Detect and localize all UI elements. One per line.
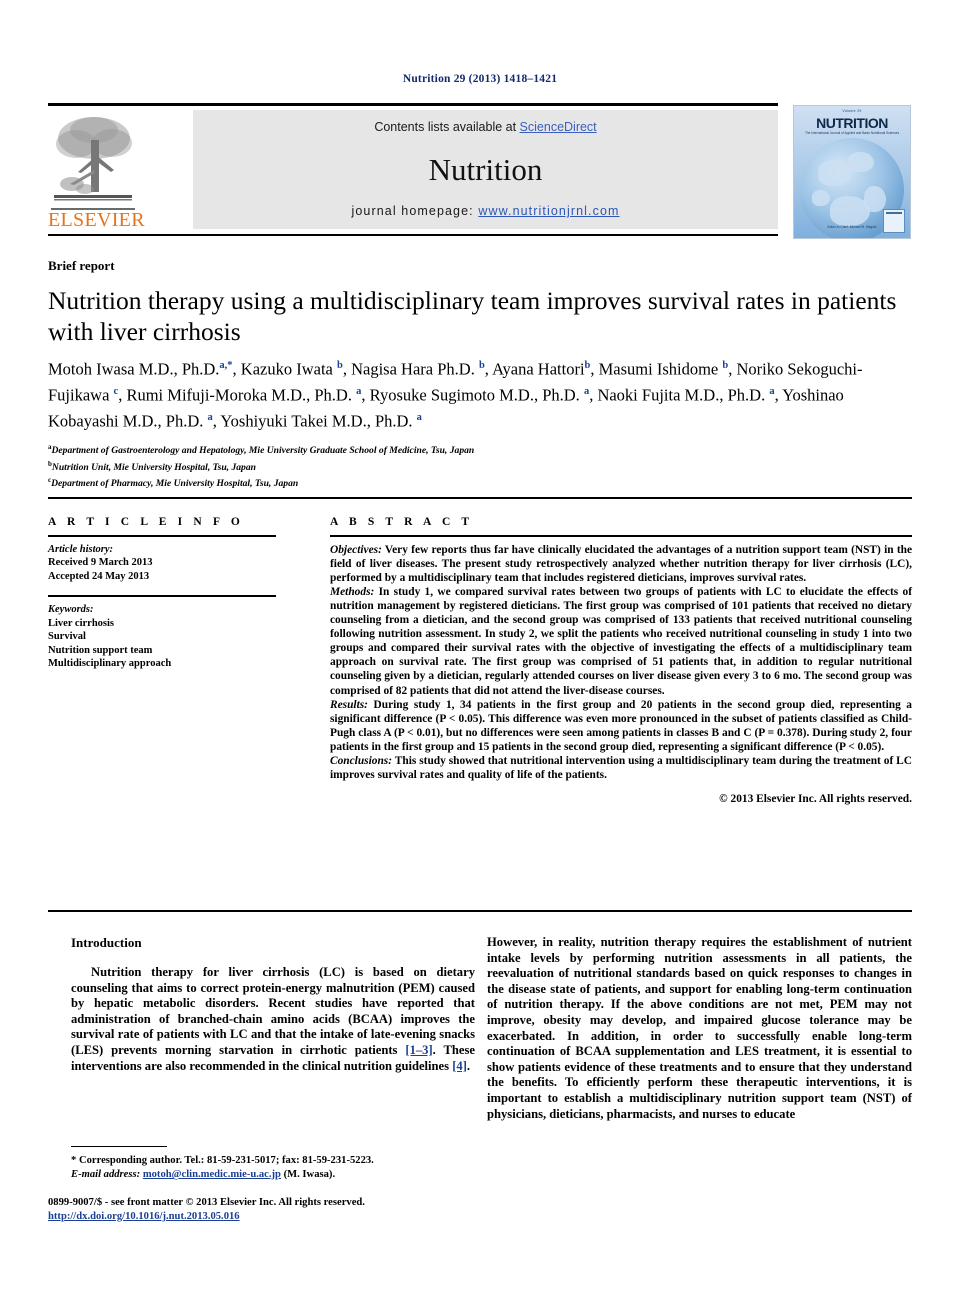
body-column-right: However, in reality, nutrition therapy r… <box>487 935 912 1122</box>
article-info-block: A R T I C L E I N F O Article history: R… <box>48 516 300 671</box>
cover-subtitle-text: The International Journal of Applied and… <box>804 131 900 135</box>
issn-copyright-line: 0899-9007/$ - see front matter © 2013 El… <box>48 1197 365 1208</box>
section-heading-introduction: Introduction <box>71 935 142 950</box>
abstract-section: Methods: In study 1, we compared surviva… <box>330 585 912 698</box>
article-history-group: Article history: Received 9 March 2013 A… <box>48 543 300 584</box>
journal-cover-image: Volume 29 NUTRITION The International Jo… <box>793 105 911 239</box>
elsevier-logo: ELSEVIER <box>48 110 145 237</box>
abstract-section-text: This study showed that nutritional inter… <box>330 755 912 782</box>
affiliation-list: aDepartment of Gastroenterology and Hepa… <box>48 441 748 491</box>
keyword-item: Multidisciplinary approach <box>48 658 172 670</box>
intro-paragraph-continued: However, in reality, nutrition therapy r… <box>487 935 912 1121</box>
journal-homepage-link[interactable]: www.nutritionjrnl.com <box>478 204 619 218</box>
article-info-heading: A R T I C L E I N F O <box>48 516 244 528</box>
cover-volume-text: Volume 29 <box>842 109 862 113</box>
elsevier-wordmark: ELSEVIER <box>48 209 145 231</box>
masthead-top-rule <box>48 103 778 106</box>
abstract-section-text: Very few reports thus far have clinicall… <box>330 543 912 584</box>
abstract-section: Results: During study 1, 34 patients in … <box>330 698 912 754</box>
author-list: Motoh Iwasa M.D., Ph.D.a,*, Kazuko Iwata… <box>48 359 863 431</box>
article-history-received: Received 9 March 2013 <box>48 557 153 569</box>
info-block-top-rule <box>48 497 912 499</box>
footnote-rule <box>71 1146 167 1148</box>
abstract-section-text: In study 1, we compared survival rates b… <box>330 585 912 697</box>
elsevier-tree-icon <box>50 110 136 208</box>
affiliation-text: Department of Gastroenterology and Hepat… <box>51 445 475 457</box>
homepage-prefix-text: journal homepage: <box>351 204 479 218</box>
corresponding-author-note: * Corresponding author. Tel.: 81-59-231-… <box>71 1155 374 1166</box>
intro-paragraph: Nutrition therapy for liver cirrhosis (L… <box>71 965 475 1074</box>
imprint-block: 0899-9007/$ - see front matter © 2013 El… <box>48 1196 488 1224</box>
intro-text-part3: . <box>466 1058 471 1073</box>
abstract-block: A B S T R A C T Objectives: Very few rep… <box>330 516 912 805</box>
abstract-heading: A B S T R A C T <box>330 516 474 528</box>
doi-link[interactable]: http://dx.doi.org/10.1016/j.nut.2013.05.… <box>48 1211 240 1222</box>
email-label: E-mail address: <box>71 1169 141 1181</box>
affiliation-text: Nutrition Unit, Mie University Hospital,… <box>51 461 256 473</box>
sciencedirect-link[interactable]: ScienceDirect <box>520 120 597 134</box>
affiliation-item: bNutrition Unit, Mie University Hospital… <box>48 458 748 475</box>
sciencedirect-panel: Contents lists available at ScienceDirec… <box>193 110 778 229</box>
footnote-block: * Corresponding author. Tel.: 81-59-231-… <box>71 1154 475 1182</box>
abstract-section-text: During study 1, 34 patients in the first… <box>330 698 912 753</box>
keywords-divider <box>48 595 276 597</box>
abstract-body: Objectives: Very few reports thus far ha… <box>330 543 912 783</box>
cover-badge-icon <box>883 209 905 233</box>
article-info-divider <box>48 535 276 537</box>
abstract-section: Conclusions: This study showed that nutr… <box>330 754 912 782</box>
email-suffix: (M. Iwasa). <box>280 1169 336 1181</box>
abstract-copyright: © 2013 Elsevier Inc. All rights reserved… <box>719 793 912 806</box>
masthead-bottom-rule <box>48 234 778 236</box>
abstract-section-label: Methods: <box>330 585 375 598</box>
contents-prefix-text: Contents lists available at <box>374 120 520 134</box>
affiliation-item: cDepartment of Pharmacy, Mie University … <box>48 474 748 491</box>
article-history-label: Article history: <box>48 543 114 555</box>
email-link[interactable]: motoh@clin.medic.mie-u.ac.jp <box>143 1169 281 1180</box>
journal-title: Nutrition <box>428 152 543 187</box>
article-type-label: Brief report <box>48 258 115 273</box>
keyword-item: Survival <box>48 631 86 643</box>
cover-footer-text: Editor-in-Chief: Michael M. Meguid <box>827 225 877 229</box>
citation-link-1-3[interactable]: [1–3] <box>405 1043 432 1057</box>
running-head: Nutrition 29 (2013) 1418–1421 <box>402 73 558 85</box>
article-history-accepted: Accepted 24 May 2013 <box>48 570 150 582</box>
journal-homepage-line: journal homepage: www.nutritionjrnl.com <box>193 204 778 218</box>
abstract-divider <box>330 535 912 537</box>
cover-title-text: NUTRITION <box>816 115 888 131</box>
affiliation-text: Department of Pharmacy, Mie University H… <box>51 478 299 490</box>
citation-link-4[interactable]: [4] <box>452 1059 467 1073</box>
abstract-section-label: Objectives: <box>330 543 382 556</box>
body-column-left: Introduction Nutrition therapy for liver… <box>71 935 475 1074</box>
keyword-item: Liver cirrhosis <box>48 617 115 629</box>
page-title: Nutrition therapy using a multidisciplin… <box>48 286 897 346</box>
keywords-label: Keywords: <box>48 603 94 615</box>
abstract-section-label: Conclusions: <box>330 755 393 767</box>
info-block-bottom-rule <box>48 910 912 912</box>
journal-masthead: ELSEVIER Contents lists available at Sci… <box>48 103 912 239</box>
abstract-section-label: Results: <box>330 698 368 711</box>
contents-list-line: Contents lists available at ScienceDirec… <box>193 120 778 134</box>
abstract-section: Objectives: Very few reports thus far ha… <box>330 543 912 585</box>
affiliation-item: aDepartment of Gastroenterology and Hepa… <box>48 441 748 458</box>
email-note: E-mail address: motoh@clin.medic.mie-u.a… <box>71 1168 475 1182</box>
keyword-item: Nutrition support team <box>48 644 153 656</box>
paper-page: Nutrition 29 (2013) 1418–1421 ELSEVIER C… <box>0 0 960 1290</box>
keywords-group: Keywords: Liver cirrhosis Survival Nutri… <box>48 603 300 671</box>
